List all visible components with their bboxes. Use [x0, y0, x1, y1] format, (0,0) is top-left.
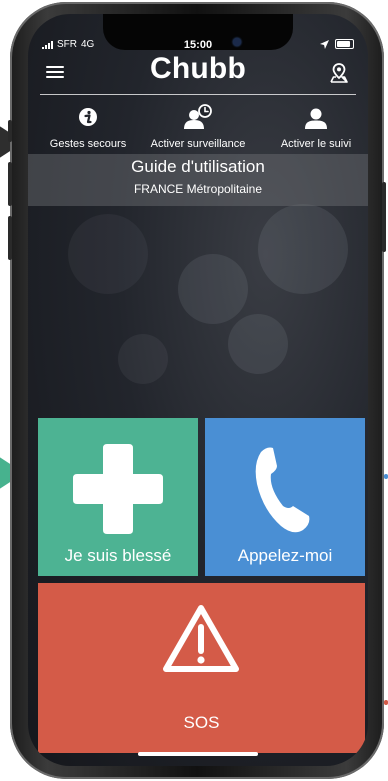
map-pin-icon — [330, 63, 348, 83]
tab-bar: Gestes secours Activer surveillance Acti… — [28, 96, 368, 154]
battery-icon — [335, 39, 354, 49]
status-right — [320, 39, 354, 49]
bokeh-light — [258, 204, 348, 294]
bokeh-light — [178, 254, 248, 324]
medical-cross-icon — [73, 444, 163, 534]
sos-label: SOS — [183, 713, 220, 732]
brand-logo: Chubb — [150, 52, 246, 85]
tab-activer-surveillance[interactable]: Activer surveillance — [138, 96, 258, 154]
stage: SFR 4G 15:00 Chubb Gestes secours Active… — [0, 0, 388, 781]
location-arrow-icon — [320, 39, 329, 49]
guide-banner[interactable]: Guide d'utilisation FRANCE Métropolitain… — [28, 154, 368, 206]
location-button[interactable] — [328, 62, 350, 84]
tab-gestes-secours[interactable]: Gestes secours — [28, 96, 148, 154]
bokeh-light — [68, 214, 148, 294]
user-icon — [305, 108, 327, 129]
call-me-button[interactable]: Appelez-moi — [205, 418, 365, 576]
status-time: 15:00 — [183, 39, 213, 51]
phone-icon — [255, 447, 310, 533]
volume-down-button — [8, 216, 12, 260]
tab-activer-le-suivi[interactable]: Activer le suivi — [256, 96, 368, 154]
power-button — [382, 182, 386, 252]
tab-label: Activer le suivi — [280, 138, 352, 150]
warning-triangle-icon — [163, 605, 239, 672]
status-bar: SFR 4G 15:00 — [28, 14, 368, 52]
mute-switch — [8, 120, 12, 142]
volume-up-button — [8, 162, 12, 206]
phone-screen: SFR 4G 15:00 Chubb Gestes secours Active… — [28, 14, 368, 766]
side-dot-blue — [384, 474, 388, 479]
info-icon — [79, 108, 97, 126]
injured-label: Je suis blessé — [64, 546, 172, 565]
bokeh-light — [228, 314, 288, 374]
front-camera — [233, 38, 241, 46]
bokeh-light — [118, 334, 168, 384]
call-me-label: Appelez-moi — [237, 546, 333, 565]
sos-button[interactable]: SOS — [38, 583, 365, 753]
header-divider — [40, 94, 356, 95]
side-dot-red — [384, 700, 388, 705]
guide-title: Guide d'utilisation — [131, 157, 265, 176]
injured-button[interactable]: Je suis blessé — [38, 418, 198, 576]
tab-label: Gestes secours — [49, 138, 127, 150]
tab-label: Activer surveillance — [150, 138, 246, 150]
user-clock-icon — [184, 104, 212, 129]
home-indicator[interactable] — [138, 752, 258, 756]
guide-subtitle: FRANCE Métropolitaine — [133, 182, 263, 196]
